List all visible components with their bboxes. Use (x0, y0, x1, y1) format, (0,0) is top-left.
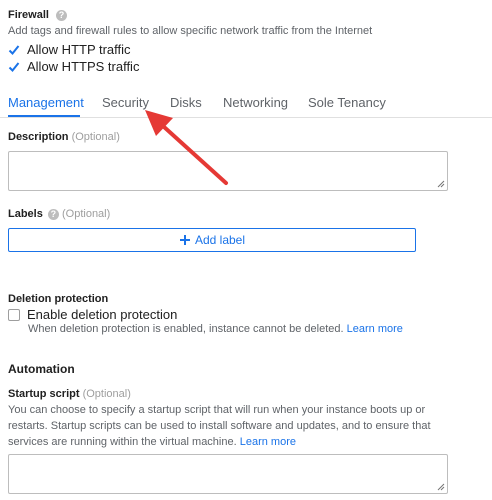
startup-script-heading: Startup script (Optional) (8, 388, 131, 400)
add-label-button[interactable]: Add label (8, 228, 416, 252)
description-optional: (Optional) (71, 131, 120, 143)
allow-https-label: Allow HTTPS traffic (27, 59, 140, 74)
startup-script-textarea[interactable] (8, 454, 448, 494)
deletion-help-text: When deletion protection is enabled, ins… (28, 323, 344, 335)
plus-icon (179, 235, 190, 245)
startup-learn-more-link[interactable]: Learn more (240, 436, 296, 448)
tab-sole-tenancy[interactable]: Sole Tenancy (308, 95, 386, 110)
allow-http-checkbox[interactable] (8, 44, 20, 56)
deletion-protection-heading: Deletion protection (8, 293, 109, 305)
deletion-protection-help: When deletion protection is enabled, ins… (28, 321, 403, 337)
tab-disks[interactable]: Disks (170, 95, 202, 110)
checkmark-icon (8, 61, 20, 72)
startup-script-optional: (Optional) (82, 388, 131, 400)
automation-heading: Automation (8, 362, 75, 376)
firewall-heading: Firewall ? (8, 9, 68, 21)
labels-optional: (Optional) (61, 208, 111, 220)
tab-networking[interactable]: Networking (223, 95, 288, 110)
allow-http-row[interactable]: Allow HTTP traffic (8, 42, 131, 57)
allow-https-checkbox[interactable] (8, 61, 20, 73)
deletion-protection-label: Enable deletion protection (27, 307, 178, 322)
checkmark-icon (8, 44, 20, 55)
description-heading: Description (Optional) (8, 131, 120, 143)
description-label: Description (8, 131, 69, 143)
startup-help-text: You can choose to specify a startup scri… (8, 404, 431, 448)
help-icon[interactable]: ? (56, 9, 68, 21)
tab-divider (0, 117, 492, 118)
deletion-protection-checkbox[interactable] (8, 308, 20, 321)
description-textarea[interactable] (8, 151, 448, 191)
help-icon[interactable]: ? (47, 208, 59, 220)
tab-management[interactable]: Management (8, 95, 84, 110)
labels-label: Labels (8, 208, 43, 220)
add-label-text: Add label (194, 233, 246, 247)
tab-security[interactable]: Security (102, 95, 149, 110)
deletion-learn-more-link[interactable]: Learn more (347, 323, 403, 335)
firewall-description: Add tags and firewall rules to allow spe… (8, 25, 373, 37)
labels-heading: Labels ? (Optional) (8, 208, 110, 220)
allow-http-label: Allow HTTP traffic (27, 42, 131, 57)
startup-script-label: Startup script (8, 388, 80, 400)
firewall-title: Firewall (8, 9, 49, 21)
allow-https-row[interactable]: Allow HTTPS traffic (8, 59, 139, 74)
resize-grip-icon[interactable] (437, 483, 445, 491)
resize-grip-icon[interactable] (437, 180, 445, 188)
deletion-protection-row[interactable]: Enable deletion protection (8, 307, 177, 322)
startup-script-help: You can choose to specify a startup scri… (8, 402, 448, 450)
